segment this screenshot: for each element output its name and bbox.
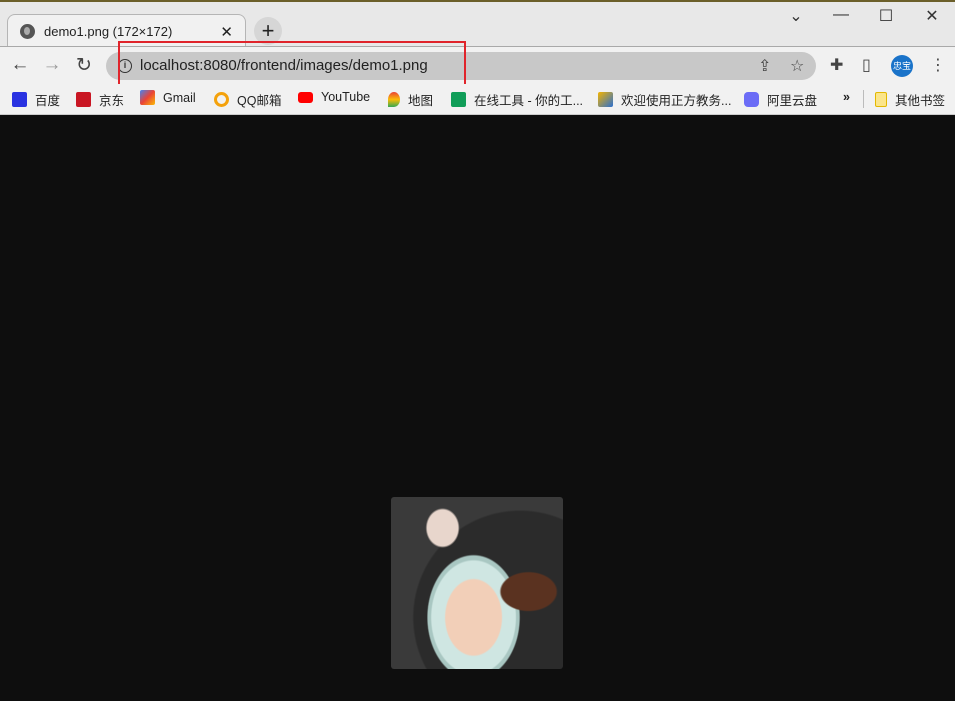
- bookmarks-overflow-button[interactable]: »: [843, 90, 850, 104]
- other-bookmarks[interactable]: 其他书签: [875, 90, 945, 109]
- bookmark-baidu[interactable]: 百度: [12, 90, 60, 109]
- share-icon[interactable]: ⇪: [758, 56, 771, 76]
- zfjw-icon: [598, 92, 613, 107]
- bookmark-label: QQ邮箱: [237, 94, 282, 108]
- folder-icon: [875, 92, 887, 107]
- bookmarks-bar: 百度 京东 Gmail QQ邮箱 YouTube 地图 在线工具 - 你的工..…: [0, 84, 955, 115]
- bookmark-qqmail[interactable]: QQ邮箱: [214, 90, 281, 109]
- bookmark-star-icon[interactable]: ☆: [790, 56, 804, 76]
- bookmark-label: 京东: [99, 94, 125, 108]
- tab-strip: demo1.png (172×172) ✕ + ⌄ — ☐ ✕: [0, 2, 955, 48]
- youtube-icon: [298, 91, 313, 103]
- bookmark-label: 地图: [408, 94, 434, 108]
- menu-icon[interactable]: ⋮: [930, 55, 946, 75]
- bookmark-aliyun-drive[interactable]: 阿里云盘: [744, 90, 817, 109]
- bookmark-label: Gmail: [163, 90, 196, 105]
- bookmark-label: 欢迎使用正方教务...: [621, 94, 732, 108]
- extensions-icon[interactable]: ✚: [830, 55, 843, 75]
- reload-button[interactable]: ↻: [72, 54, 96, 77]
- globe-icon: [20, 24, 35, 39]
- maximize-button[interactable]: ☐: [871, 6, 901, 26]
- aliyun-drive-icon: [744, 92, 759, 107]
- bookmark-jd[interactable]: 京东: [76, 90, 124, 109]
- minimize-button[interactable]: —: [826, 6, 856, 24]
- gmail-icon: [140, 90, 155, 105]
- tab-title: demo1.png (172×172): [44, 24, 173, 39]
- tab-close-icon[interactable]: ✕: [220, 23, 233, 41]
- profile-avatar[interactable]: 忠宝: [891, 55, 913, 77]
- jd-icon: [76, 92, 91, 107]
- baidu-icon: [12, 92, 27, 107]
- maps-pin-icon: [388, 92, 400, 107]
- tab-search-icon[interactable]: ⌄: [781, 6, 811, 26]
- qqmail-icon: [214, 92, 229, 107]
- window-close-button[interactable]: ✕: [917, 6, 947, 26]
- bookmark-maps[interactable]: 地图: [388, 90, 433, 109]
- displayed-image-shrimp-dish[interactable]: [391, 497, 563, 669]
- bookmark-label: 在线工具 - 你的工...: [474, 94, 584, 108]
- forward-button[interactable]: →: [40, 54, 64, 76]
- back-button[interactable]: ←: [8, 54, 32, 76]
- online-tools-icon: [451, 92, 466, 107]
- side-panel-icon[interactable]: ▯: [862, 55, 871, 75]
- bookmarks-divider: [863, 90, 864, 108]
- bookmark-label: 阿里云盘: [767, 94, 818, 108]
- bookmark-zfjw[interactable]: 欢迎使用正方教务...: [598, 90, 731, 109]
- bookmark-label: 其他书签: [895, 94, 946, 108]
- bookmark-youtube[interactable]: YouTube: [298, 90, 370, 104]
- bookmark-online-tools[interactable]: 在线工具 - 你的工...: [451, 90, 583, 109]
- bookmark-label: YouTube: [321, 90, 371, 104]
- bookmark-label: 百度: [35, 94, 61, 108]
- bookmark-gmail[interactable]: Gmail: [140, 90, 196, 105]
- url-highlight-box: [118, 41, 466, 89]
